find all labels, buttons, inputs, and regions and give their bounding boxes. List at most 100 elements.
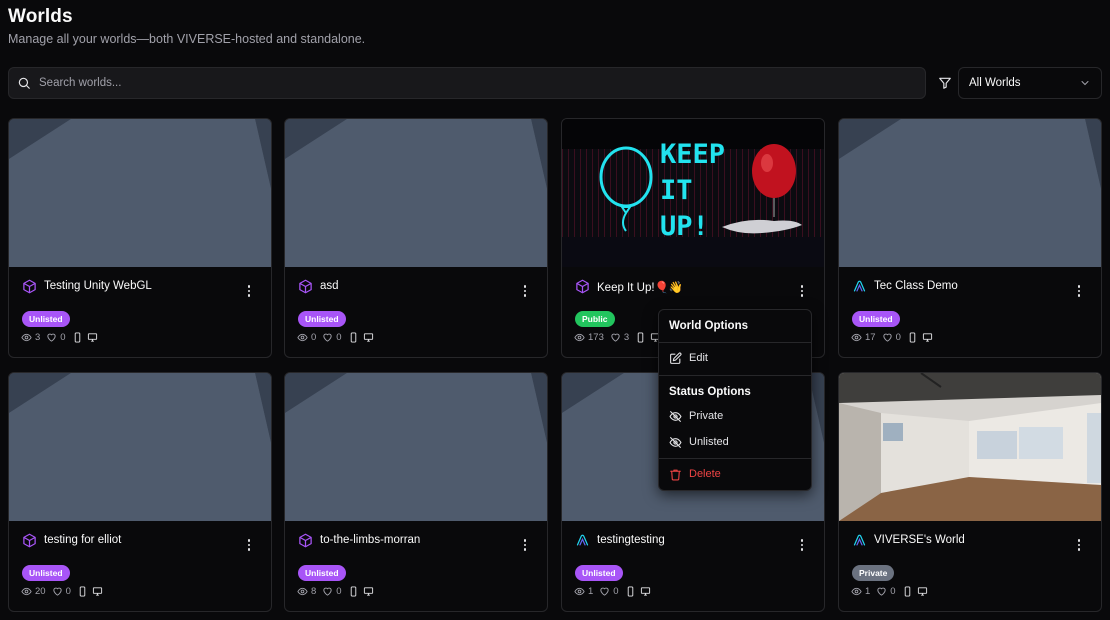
world-name[interactable]: Testing Unity WebGL bbox=[44, 280, 152, 292]
more-options-button[interactable] bbox=[796, 283, 808, 299]
view-count: 3 bbox=[35, 331, 41, 343]
view-count: 1 bbox=[865, 585, 871, 597]
world-stats: 30 bbox=[21, 331, 98, 343]
cube-icon bbox=[22, 533, 37, 548]
world-stats: 20 0 bbox=[21, 585, 103, 597]
world-name[interactable]: to-the-limbs-morran bbox=[320, 534, 420, 546]
menu-divider bbox=[659, 342, 811, 343]
menu-item-unlisted[interactable]: Unlisted bbox=[663, 431, 807, 453]
world-thumbnail[interactable] bbox=[839, 373, 1101, 521]
eye-icon bbox=[21, 587, 32, 595]
thumb-text-line-3: UP! bbox=[660, 211, 709, 242]
status-badge: Public bbox=[575, 311, 615, 327]
more-options-button[interactable] bbox=[1073, 283, 1085, 299]
like-count: 0 bbox=[895, 331, 901, 343]
like-count: 0 bbox=[65, 585, 71, 597]
heart-icon bbox=[877, 587, 886, 596]
eye-icon bbox=[297, 333, 308, 341]
world-name[interactable]: testing for elliot bbox=[44, 534, 121, 546]
world-card-body: testingtesting Unlisted 1 0 bbox=[562, 521, 824, 611]
view-count: 1 bbox=[588, 585, 594, 597]
world-card[interactable]: Testing Unity WebGL Unlisted 3 0 bbox=[8, 118, 272, 358]
world-name[interactable]: VIVERSE's World bbox=[874, 534, 965, 546]
status-badge: Unlisted bbox=[575, 565, 623, 581]
world-thumbnail[interactable] bbox=[9, 373, 271, 521]
world-card-body: Tec Class Demo Unlisted 17 0 bbox=[839, 267, 1101, 357]
world-card[interactable]: Tec Class Demo Unlisted 17 0 bbox=[838, 118, 1102, 358]
world-name[interactable]: Keep It Up!🎈👋 bbox=[597, 280, 683, 294]
filter-icon[interactable] bbox=[938, 76, 952, 90]
eye-icon bbox=[574, 333, 585, 341]
world-card[interactable]: to-the-limbs-morran Unlisted 8 0 bbox=[284, 372, 548, 612]
heart-icon bbox=[600, 587, 609, 596]
world-stats: 80 bbox=[297, 585, 374, 597]
like-count: 0 bbox=[613, 585, 619, 597]
eye-icon bbox=[574, 587, 585, 595]
eye-icon bbox=[851, 587, 862, 595]
more-options-button[interactable] bbox=[243, 537, 255, 553]
desktop-icon bbox=[92, 586, 102, 596]
more-options-button[interactable] bbox=[243, 283, 255, 299]
heart-icon bbox=[323, 333, 332, 342]
phone-icon bbox=[904, 585, 910, 597]
more-options-button[interactable] bbox=[796, 537, 808, 553]
world-card-body: Testing Unity WebGL Unlisted 3 0 bbox=[9, 267, 271, 357]
menu-item-delete[interactable]: Delete bbox=[663, 463, 807, 485]
menu-item-private-label: Private bbox=[689, 410, 724, 422]
heart-icon bbox=[323, 587, 332, 596]
thumb-text-line-1: KEEP bbox=[660, 139, 725, 170]
view-count: 0 bbox=[311, 331, 317, 343]
world-thumbnail[interactable] bbox=[285, 119, 547, 267]
world-stats: 10 bbox=[574, 585, 651, 597]
world-thumbnail[interactable]: KEEP IT UP! bbox=[562, 119, 824, 267]
world-thumbnail[interactable] bbox=[839, 119, 1101, 267]
world-name[interactable]: testingtesting bbox=[597, 534, 665, 546]
menu-item-delete-label: Delete bbox=[689, 468, 721, 480]
cube-icon bbox=[298, 533, 313, 548]
menu-divider bbox=[659, 375, 811, 376]
world-thumbnail[interactable] bbox=[285, 373, 547, 521]
thumb-text-line-2: IT bbox=[660, 175, 693, 206]
menu-heading-status-options: Status Options bbox=[669, 386, 751, 398]
heart-icon bbox=[611, 333, 620, 342]
search-box[interactable] bbox=[8, 67, 926, 99]
view-count: 8 bbox=[311, 585, 317, 597]
phone-icon bbox=[627, 585, 633, 597]
world-card-body: VIVERSE's World Private 1 0 bbox=[839, 521, 1101, 611]
page-subtitle: Manage all your worlds—both VIVERSE-host… bbox=[8, 32, 366, 46]
more-options-button[interactable] bbox=[519, 283, 531, 299]
like-count: 0 bbox=[336, 585, 342, 597]
heart-icon bbox=[882, 333, 892, 342]
world-filter-select[interactable]: All Worlds bbox=[958, 67, 1102, 99]
world-stats: 17 0 bbox=[851, 331, 933, 343]
phone-icon bbox=[350, 585, 356, 597]
eye-off-icon bbox=[669, 410, 682, 422]
phone-icon bbox=[74, 331, 80, 343]
world-filter-value: All Worlds bbox=[969, 77, 1021, 89]
more-options-button[interactable] bbox=[1073, 537, 1085, 553]
world-card[interactable]: VIVERSE's World Private 1 0 bbox=[838, 372, 1102, 612]
like-count: 0 bbox=[60, 331, 66, 343]
phone-icon bbox=[79, 585, 86, 597]
menu-divider bbox=[659, 458, 811, 459]
menu-item-unlisted-label: Unlisted bbox=[689, 436, 729, 448]
world-stats: 00 bbox=[297, 331, 374, 343]
world-card[interactable]: asd Unlisted 0 0 bbox=[284, 118, 548, 358]
menu-item-private[interactable]: Private bbox=[663, 405, 807, 427]
search-input[interactable] bbox=[39, 77, 899, 89]
cube-icon bbox=[298, 279, 313, 294]
page-title: Worlds bbox=[8, 6, 73, 27]
world-name[interactable]: Tec Class Demo bbox=[874, 280, 958, 292]
world-name[interactable]: asd bbox=[320, 280, 339, 292]
status-badge: Unlisted bbox=[852, 311, 900, 327]
menu-item-edit[interactable]: Edit bbox=[663, 347, 807, 369]
world-card-body: to-the-limbs-morran Unlisted 8 0 bbox=[285, 521, 547, 611]
status-badge: Unlisted bbox=[22, 311, 70, 327]
world-thumbnail[interactable] bbox=[9, 119, 271, 267]
desktop-icon bbox=[363, 332, 373, 342]
cube-icon bbox=[22, 279, 37, 294]
world-card[interactable]: testing for elliot Unlisted 20 0 bbox=[8, 372, 272, 612]
view-count: 17 bbox=[865, 331, 876, 343]
more-options-button[interactable] bbox=[519, 537, 531, 553]
chevron-down-icon bbox=[1079, 77, 1091, 89]
